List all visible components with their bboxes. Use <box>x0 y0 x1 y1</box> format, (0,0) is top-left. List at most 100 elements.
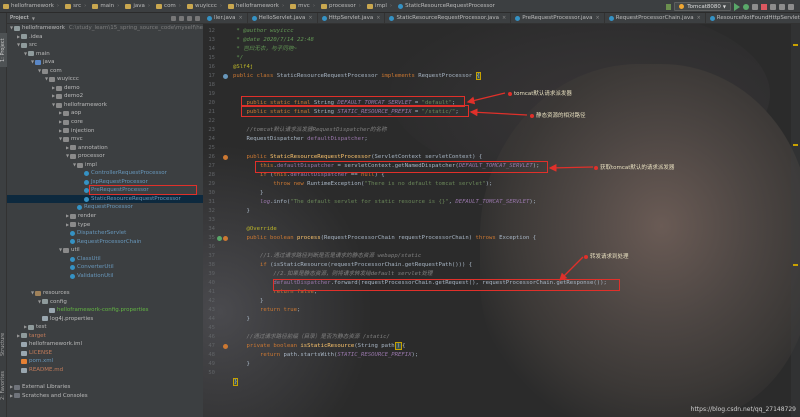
editor-tab[interactable]: PreRequestProcessor.java × <box>511 13 605 23</box>
hammer-icon[interactable] <box>666 3 672 10</box>
tree-item[interactable]: ▶ injection <box>7 127 203 136</box>
tree-item[interactable]: LICENSE <box>7 349 203 358</box>
tree-item-label: type <box>78 221 91 228</box>
class-icon <box>84 196 89 202</box>
editor-tab[interactable]: ResourceNotFoundHttpServlet.java× <box>706 13 800 23</box>
editor-tab[interactable]: HelloServlet.java × <box>248 13 318 23</box>
debug-icon[interactable] <box>743 3 749 10</box>
gutter-marker-icon[interactable] <box>223 236 228 241</box>
tree-item[interactable]: ClassUtil <box>7 255 203 264</box>
chevron-down-icon[interactable]: ▼ <box>32 16 35 21</box>
editor-scrollbar[interactable] <box>791 24 800 417</box>
gear-icon[interactable] <box>187 15 192 21</box>
run-icon[interactable] <box>734 2 740 11</box>
project-tool-button[interactable]: 1: Project <box>0 33 7 67</box>
tree-item[interactable]: helloframework.iml <box>7 340 203 349</box>
tree-item[interactable]: ▼ helloframework C:\study_learn\15_spring_… <box>7 24 203 33</box>
tree-item[interactable]: pom.xml <box>7 357 203 366</box>
chevron-right-icon: › <box>56 3 60 9</box>
coverage-icon[interactable] <box>752 3 758 10</box>
favorites-tool-button[interactable]: 2: Favorites <box>0 365 7 405</box>
code-editor[interactable]: * @author wuyiccc * @date 2020/7/14 22:4… <box>233 24 800 417</box>
breadcrumb-item[interactable]: src › <box>62 0 89 13</box>
close-icon[interactable]: × <box>502 15 506 21</box>
tree-item[interactable]: ▼ helloframework <box>7 101 203 110</box>
tree-item[interactable]: RequestProcessorChain <box>7 238 203 247</box>
tree-item[interactable]: ▶ target <box>7 332 203 341</box>
tree-item[interactable]: ▶ External Libraries <box>7 383 203 392</box>
folder-icon <box>321 3 328 9</box>
package-icon <box>56 94 62 100</box>
search-icon[interactable] <box>788 3 794 10</box>
tree-item[interactable]: ▶ .idea <box>7 33 203 42</box>
tree-item[interactable]: helloframework-config.properties <box>7 306 203 315</box>
tree-item[interactable]: ▼ impl <box>7 161 203 170</box>
tree-item[interactable]: README.md <box>7 366 203 375</box>
editor-tab[interactable]: HttpServlet.java × <box>318 13 386 23</box>
stop-icon[interactable] <box>761 3 767 10</box>
tree-item[interactable]: ▶ annotation <box>7 144 203 153</box>
tree-item[interactable]: ▶ test <box>7 323 203 332</box>
tree-item[interactable]: ▶ aop <box>7 109 203 118</box>
tree-item[interactable]: ▶ core <box>7 118 203 127</box>
git-icon[interactable] <box>770 3 776 10</box>
breadcrumb-item[interactable]: wuyiccc › <box>184 0 225 13</box>
tree-item[interactable]: ConverterUtil <box>7 263 203 272</box>
breadcrumb-item[interactable]: mvc › <box>287 0 318 13</box>
gutter-marker-icon[interactable] <box>223 155 228 160</box>
tree-item[interactable]: ▼ util <box>7 246 203 255</box>
tree-item[interactable]: ▶ demo <box>7 84 203 93</box>
breadcrumb-label: processor <box>329 3 356 9</box>
close-icon[interactable]: × <box>376 15 380 21</box>
editor-tab[interactable]: RequestProcessorChain.java × <box>605 13 706 23</box>
collapse-icon[interactable] <box>179 15 184 21</box>
minimize-icon[interactable] <box>195 15 200 21</box>
tree-item[interactable]: ▼ main <box>7 50 203 59</box>
history-icon[interactable] <box>779 3 785 10</box>
tree-item[interactable]: StaticResourceRequestProcessor <box>7 194 203 204</box>
tree-item[interactable]: ControllerRequestProcessor <box>7 169 203 178</box>
breadcrumb-item[interactable]: helloframework › <box>225 0 287 13</box>
structure-tool-button[interactable]: Structure <box>0 329 7 359</box>
project-title[interactable]: Project <box>10 15 29 21</box>
tree-item[interactable]: ▶ demo2 <box>7 92 203 101</box>
gutter-marker-icon[interactable] <box>223 74 228 79</box>
class-icon <box>70 239 75 245</box>
tree-item[interactable]: ▼ com <box>7 67 203 76</box>
globe-icon[interactable] <box>171 15 176 21</box>
tree-item[interactable]: ▶ Scratches and Consoles <box>7 392 203 401</box>
tree-item[interactable]: DispatcherServlet <box>7 229 203 238</box>
tree-item[interactable]: ▼ wuyiccc <box>7 75 203 84</box>
tree-item[interactable]: ▼ processor <box>7 152 203 161</box>
breadcrumb-item[interactable]: StaticResourceRequestProcessor <box>395 0 498 13</box>
gutter-marker-icon[interactable] <box>223 344 228 349</box>
tree-item[interactable]: RequestProcessor <box>7 203 203 212</box>
breadcrumb-item[interactable]: processor › <box>318 0 364 13</box>
file-icon <box>42 316 48 322</box>
close-icon[interactable]: × <box>308 15 312 21</box>
editor-tab[interactable]: ller.java × <box>203 13 248 23</box>
tree-item[interactable]: ▼ config <box>7 298 203 307</box>
breadcrumb-item[interactable]: com › <box>153 0 184 13</box>
breadcrumb-label: helloframework <box>11 3 54 9</box>
tree-item[interactable]: ▼ mvc <box>7 135 203 144</box>
close-icon[interactable]: × <box>596 15 600 21</box>
tree-item[interactable]: ▼ src <box>7 41 203 50</box>
close-icon[interactable]: × <box>238 15 242 21</box>
code-line: } <box>233 316 250 322</box>
breadcrumb-item[interactable]: helloframework › <box>0 0 62 13</box>
run-configuration-select[interactable]: Tomcat8080 ▼ <box>674 2 731 11</box>
line-number: 14 <box>208 46 215 52</box>
editor-tab[interactable]: StaticResourceRequestProcessor.java × <box>385 13 512 23</box>
close-icon[interactable]: × <box>697 15 701 21</box>
tree-item[interactable]: ValidationUtil <box>7 272 203 281</box>
breadcrumb-item[interactable]: java › <box>122 0 153 13</box>
tree-item[interactable]: ▶ type <box>7 221 203 230</box>
tree-item[interactable]: ▼ java <box>7 58 203 67</box>
override-icon[interactable] <box>217 236 222 241</box>
breadcrumb-item[interactable]: impl › <box>364 0 395 13</box>
breadcrumb-item[interactable]: main › <box>89 0 122 13</box>
tree-item[interactable]: ▼ resources <box>7 289 203 298</box>
tree-item[interactable]: log4j.properties <box>7 315 203 324</box>
tree-item[interactable]: ▶ render <box>7 212 203 221</box>
